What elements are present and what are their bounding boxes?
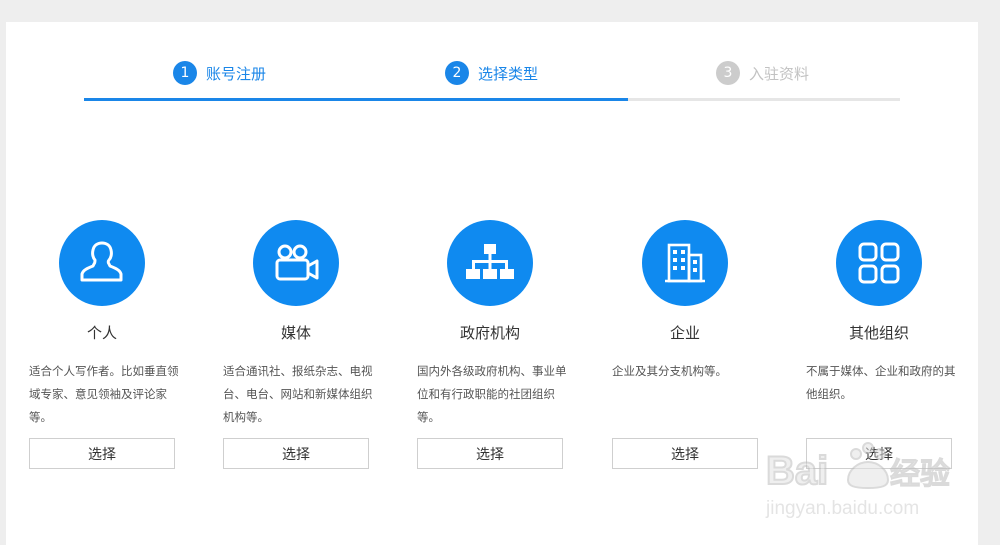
type-card-government: 政府机构 国内外各级政府机构、事业单位和有行政职能的社团组织等。 选择 xyxy=(417,220,567,469)
card-description: 适合通讯社、报纸杂志、电视台、电台、网站和新媒体组织机构等。 xyxy=(223,364,373,424)
progress-fill xyxy=(84,98,628,101)
progress-track xyxy=(84,98,900,101)
select-button[interactable]: 选择 xyxy=(29,438,175,469)
step-1[interactable]: 1 账号注册 xyxy=(173,61,266,85)
card-title: 政府机构 xyxy=(459,324,520,342)
watermark-logo: Bai 经验 jingyan.baidu.com xyxy=(762,432,962,522)
video-camera-icon xyxy=(253,220,339,306)
step-progress: 1 账号注册 2 选择类型 3 入驻资料 xyxy=(6,22,978,112)
svg-text:经验: 经验 xyxy=(890,457,950,492)
step-label: 选择类型 xyxy=(478,64,539,83)
watermark-url: jingyan.baidu.com xyxy=(765,498,919,519)
svg-text:Bai: Bai xyxy=(766,449,828,493)
card-description: 不属于媒体、企业和政府的其他组织。 xyxy=(806,364,956,401)
step-3: 3 入驻资料 xyxy=(716,61,809,85)
card-description: 国内外各级政府机构、事业单位和有行政职能的社团组织等。 xyxy=(417,364,567,424)
card-description: 适合个人写作者。比如垂直领域专家、意见领袖及评论家等。 xyxy=(29,364,179,424)
step-number: 2 xyxy=(445,61,469,85)
step-label: 入驻资料 xyxy=(749,64,810,83)
card-title: 企业 xyxy=(669,324,700,342)
select-button[interactable]: 选择 xyxy=(417,438,563,469)
card-title: 其他组织 xyxy=(848,324,909,342)
grid-icon xyxy=(836,220,922,306)
building-icon xyxy=(642,220,728,306)
select-button[interactable]: 选择 xyxy=(223,438,369,469)
org-chart-icon xyxy=(447,220,533,306)
person-icon xyxy=(59,220,145,306)
type-card-enterprise: 企业 企业及其分支机构等。 选择 xyxy=(612,220,758,469)
select-button[interactable]: 选择 xyxy=(612,438,758,469)
type-card-personal: 个人 适合个人写作者。比如垂直领域专家、意见领袖及评论家等。 选择 xyxy=(29,220,179,469)
card-title: 媒体 xyxy=(280,324,311,342)
card-description: 企业及其分支机构等。 xyxy=(612,364,727,378)
step-number: 3 xyxy=(716,61,740,85)
card-title: 个人 xyxy=(86,324,117,342)
step-number: 1 xyxy=(173,61,197,85)
type-card-other: 其他组织 不属于媒体、企业和政府的其他组织。 选择 xyxy=(806,220,956,469)
step-label: 账号注册 xyxy=(206,64,267,83)
type-card-media: 媒体 适合通讯社、报纸杂志、电视台、电台、网站和新媒体组织机构等。 选择 xyxy=(223,220,373,469)
step-2[interactable]: 2 选择类型 xyxy=(445,61,538,85)
